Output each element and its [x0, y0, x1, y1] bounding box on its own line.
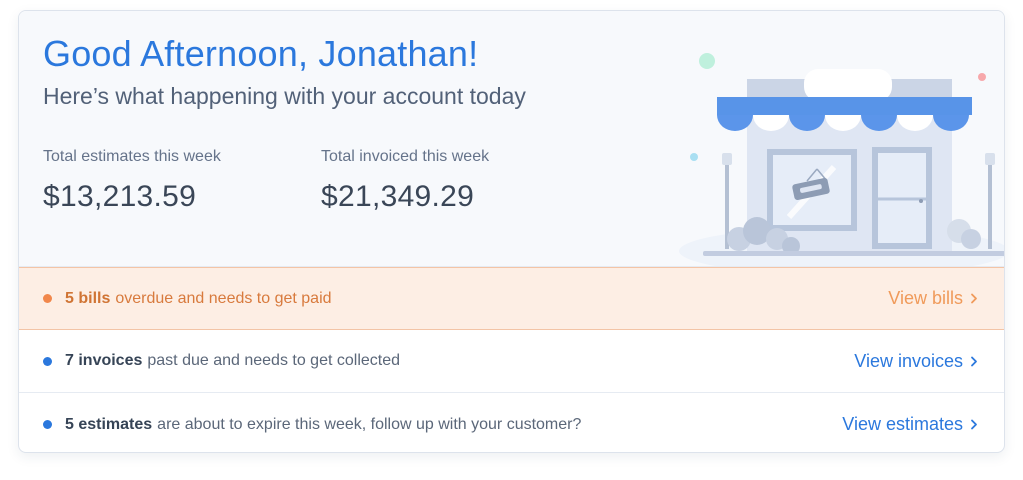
past-due-invoices-alert: 7 invoices past due and needs to get col…: [19, 330, 1004, 393]
chevron-right-icon: [971, 419, 977, 430]
chevron-right-icon: [971, 293, 977, 304]
overdue-status-dot: [43, 294, 52, 303]
invoiced-stat-value: $21,349.29: [321, 180, 475, 213]
estimates-count: 5 estimates: [65, 415, 153, 433]
overdue-bills-alert: 5 bills overdue and needs to get paid Vi…: [19, 267, 1004, 330]
invoices-alert-text: past due and needs to get collected: [147, 352, 401, 369]
invoiced-stat: Total invoiced this week $21,349.29: [321, 148, 489, 214]
view-estimates-link[interactable]: View estimates: [842, 414, 978, 435]
bills-count: 5 bills: [65, 289, 111, 307]
view-bills-label: View bills: [888, 288, 963, 308]
bills-alert-text: overdue and needs to get paid: [115, 289, 332, 307]
estimates-stat-label: Total estimates this week: [43, 148, 221, 165]
estimates-stat-value: $13,213.59: [43, 180, 197, 213]
estimates-alert-text: are about to expire this week, follow up…: [157, 415, 582, 433]
welcome-hero: Good Afternoon, Jonathan! Here’s what ha…: [19, 11, 1004, 267]
chevron-right-icon: [971, 356, 977, 366]
view-estimates-label: View estimates: [842, 414, 963, 434]
view-invoices-label: View invoices: [854, 350, 963, 371]
info-status-dot: [43, 356, 52, 366]
info-status-dot: [43, 420, 52, 429]
storefront-illustration: [679, 53, 1004, 266]
account-summary-card: Good Afternoon, Jonathan! Here’s what ha…: [18, 10, 1005, 453]
greeting-subtitle: Here’s what happening with your account …: [43, 83, 526, 109]
expiring-estimates-alert: 5 estimates are about to expire this wee…: [19, 393, 1004, 452]
view-bills-link[interactable]: View bills: [888, 288, 978, 309]
estimates-stat: Total estimates this week $13,213.59: [43, 148, 221, 214]
invoices-count: 7 invoices: [65, 352, 143, 369]
invoiced-stat-label: Total invoiced this week: [321, 148, 490, 165]
greeting-title: Good Afternoon, Jonathan!: [43, 33, 479, 74]
view-invoices-link[interactable]: View invoices: [854, 351, 978, 372]
